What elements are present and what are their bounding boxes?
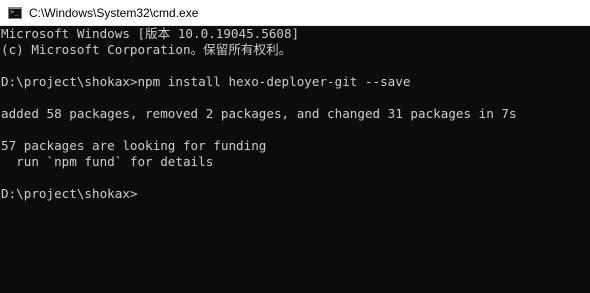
console-line-funding-hint: run `npm fund` for details: [1, 154, 214, 169]
title-bar[interactable]: >_ C:\Windows\System32\cmd.exe: [0, 0, 590, 26]
console-line-funding: 57 packages are looking for funding: [1, 138, 267, 153]
console-output[interactable]: Microsoft Windows [版本 10.0.19045.5608] (…: [0, 26, 590, 293]
console-prompt-line[interactable]: D:\project\shokax>: [1, 186, 590, 202]
console-line-install-result: added 58 packages, removed 2 packages, a…: [1, 106, 517, 121]
cmd-icon[interactable]: >_: [8, 6, 22, 19]
console-line-copyright: (c) Microsoft Corporation。保留所有权利。: [1, 42, 292, 57]
console-line-command: D:\project\shokax>npm install hexo-deplo…: [1, 74, 411, 89]
window-title: C:\Windows\System32\cmd.exe: [29, 5, 199, 20]
console-prompt: D:\project\shokax>: [1, 186, 138, 201]
text-cursor: [137, 186, 144, 202]
console-line-version: Microsoft Windows [版本 10.0.19045.5608]: [1, 26, 300, 41]
cmd-window: >_ C:\Windows\System32\cmd.exe Microsoft…: [0, 0, 590, 293]
